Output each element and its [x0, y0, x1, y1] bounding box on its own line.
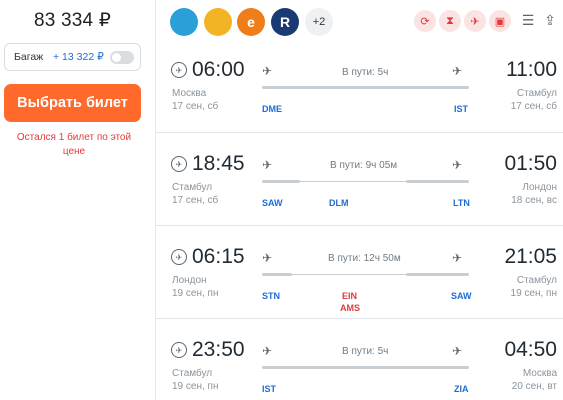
airline-logo-ryanair[interactable]: R: [271, 8, 299, 36]
departure-city: Стамбул: [172, 182, 213, 193]
route-line: [406, 180, 469, 183]
airport-code[interactable]: ZIA: [454, 384, 469, 394]
departure-city: Москва: [172, 88, 207, 99]
landing-icon: ✈: [452, 344, 463, 358]
baggage-option[interactable]: Багаж + 13 322 ₽: [4, 43, 141, 71]
takeoff-icon: ✈: [262, 158, 273, 172]
airport-code[interactable]: STN: [262, 291, 280, 301]
flight-segment[interactable]: ✈ 18:45 01:50 Стамбул 17 сен, сб Лондон …: [156, 132, 563, 218]
takeoff-icon: ✈: [262, 344, 273, 358]
departure-date: 19 сен, пн: [172, 288, 219, 299]
flight-segment[interactable]: ✈ 06:15 21:05 Лондон 19 сен, пн Стамбул …: [156, 225, 563, 313]
toggle-knob: [112, 53, 121, 62]
layover-airport-alt-code[interactable]: AMS: [340, 303, 360, 313]
airport-code[interactable]: IST: [454, 104, 468, 114]
arrival-date: 17 сен, сб: [510, 101, 557, 112]
flight-duration: В пути: 5ч: [342, 67, 389, 78]
route-line: [262, 273, 292, 276]
layover-airport-code[interactable]: EIN: [342, 291, 357, 301]
flight-segment[interactable]: ✈ 06:00 11:00 Москва 17 сен, сб Стамбул …: [156, 46, 563, 132]
pin-icon[interactable]: ✈: [171, 156, 187, 172]
baggage-price: + 13 322 ₽: [53, 51, 104, 63]
departure-time: 18:45: [192, 152, 245, 175]
landing-icon: ✈: [452, 64, 463, 78]
arrival-city: Москва: [522, 368, 557, 379]
ticket-price: 83 334 ₽: [34, 10, 112, 31]
arrival-date: 18 сен, вс: [511, 195, 557, 206]
arrival-time: 01:50: [504, 152, 557, 175]
plane-alert-icon[interactable]: ✈: [464, 10, 486, 32]
arrival-date: 19 сен, пн: [510, 288, 557, 299]
airline-logo-turkish[interactable]: [170, 8, 198, 36]
select-ticket-button[interactable]: Выбрать билет: [4, 84, 141, 122]
airport-code[interactable]: SAW: [451, 291, 472, 301]
more-airlines-badge[interactable]: +2: [305, 8, 333, 36]
airline-logo-easyjet[interactable]: e: [237, 8, 265, 36]
layover-line: [300, 181, 406, 182]
arrival-date: 20 сен, вт: [511, 381, 557, 392]
layover-line: [292, 274, 406, 275]
refresh-icon[interactable]: ⟳: [414, 10, 436, 32]
airport-code[interactable]: LTN: [453, 198, 470, 208]
arrival-time: 21:05: [504, 245, 557, 268]
airline-logo-pegasus[interactable]: [204, 8, 232, 36]
flight-segment[interactable]: ✈ 23:50 04:50 Стамбул 19 сен, пн Москва …: [156, 318, 563, 400]
pin-icon[interactable]: ✈: [171, 249, 187, 265]
hourglass-icon[interactable]: ⧗: [439, 10, 461, 32]
airport-code[interactable]: SAW: [262, 198, 283, 208]
airport-code[interactable]: DLM: [329, 198, 349, 208]
pin-icon[interactable]: ✈: [171, 62, 187, 78]
pin-icon[interactable]: ✈: [171, 342, 187, 358]
departure-date: 19 сен, пн: [172, 381, 219, 392]
route-line: [406, 273, 469, 276]
route-line: [262, 366, 469, 369]
baggage-label: Багаж: [14, 51, 44, 63]
airport-code[interactable]: IST: [262, 384, 276, 394]
departure-city: Лондон: [172, 275, 207, 286]
flight-duration: В пути: 5ч: [342, 346, 389, 357]
departure-time: 23:50: [192, 338, 245, 361]
filter-add-icon[interactable]: ☰: [518, 10, 538, 30]
landing-icon: ✈: [452, 158, 463, 172]
luggage-icon[interactable]: ▣: [489, 10, 511, 32]
arrival-city: Лондон: [522, 182, 557, 193]
departure-time: 06:15: [192, 245, 245, 268]
flight-duration: В пути: 12ч 50м: [328, 253, 401, 264]
takeoff-icon: ✈: [262, 251, 273, 265]
arrival-city: Стамбул: [516, 275, 557, 286]
departure-date: 17 сен, сб: [172, 195, 219, 206]
landing-icon: ✈: [452, 251, 463, 265]
arrival-time: 04:50: [504, 338, 557, 361]
route-line: [262, 86, 469, 89]
share-icon[interactable]: ⇪: [540, 10, 560, 30]
seats-left-note: Остался 1 билет по этой цене: [16, 132, 132, 157]
departure-date: 17 сен, сб: [172, 101, 219, 112]
ticket-summary-panel: 83 334 ₽ Багаж + 13 322 ₽ Выбрать билет …: [0, 0, 156, 400]
flight-duration: В пути: 9ч 05м: [330, 160, 398, 171]
airport-code[interactable]: DME: [262, 104, 282, 114]
departure-time: 06:00: [192, 58, 245, 81]
arrival-time: 11:00: [506, 58, 557, 81]
takeoff-icon: ✈: [262, 64, 273, 78]
departure-city: Стамбул: [172, 368, 213, 379]
route-line: [262, 180, 300, 183]
arrival-city: Стамбул: [516, 88, 557, 99]
baggage-toggle[interactable]: [110, 51, 134, 64]
